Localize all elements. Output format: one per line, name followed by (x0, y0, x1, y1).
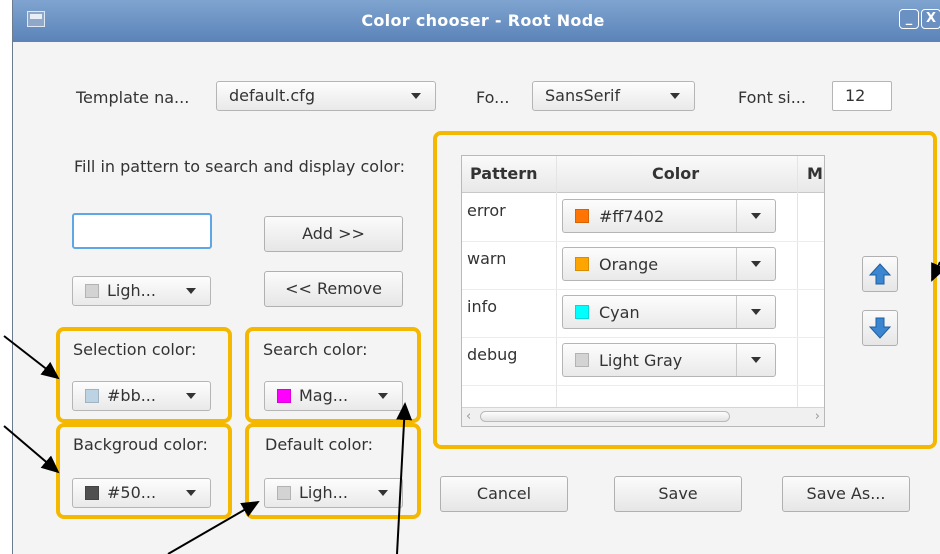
highlight-default-color (245, 423, 421, 519)
chevron-down-icon (186, 288, 196, 294)
minimize-button[interactable]: _ (899, 9, 919, 29)
window-title: Color chooser - Root Node (361, 11, 605, 30)
new-pattern-color-combo[interactable]: Ligh... (72, 276, 211, 306)
template-name-label: Template na... (76, 88, 190, 107)
template-name-value: default.cfg (229, 86, 315, 105)
minimize-icon: _ (905, 11, 913, 26)
template-name-combo[interactable]: default.cfg (216, 81, 436, 111)
highlight-selection-color (56, 327, 232, 423)
font-size-value: 12 (845, 86, 866, 105)
chevron-down-icon (411, 93, 421, 99)
close-button[interactable]: X (921, 9, 940, 29)
add-button[interactable]: Add >> (264, 216, 403, 252)
color-swatch (85, 284, 99, 298)
save-button[interactable]: Save (614, 476, 742, 512)
pattern-hint-label: Fill in pattern to search and display co… (74, 157, 405, 176)
remove-button[interactable]: << Remove (264, 271, 403, 307)
font-value: SansSerif (545, 86, 621, 105)
font-size-field[interactable]: 12 (832, 81, 892, 111)
pattern-input[interactable] (72, 213, 212, 249)
font-label: Fo... (476, 88, 510, 107)
title-bar: Color chooser - Root Node _ X (13, 0, 940, 42)
highlight-background-color (56, 423, 232, 519)
chevron-down-icon (670, 93, 680, 99)
new-pattern-color-value: Ligh... (107, 281, 156, 300)
font-combo[interactable]: SansSerif (532, 81, 695, 111)
close-icon: X (925, 11, 937, 26)
highlight-search-color (245, 327, 421, 423)
save-as-button[interactable]: Save As... (782, 476, 910, 512)
cancel-button[interactable]: Cancel (440, 476, 568, 512)
highlight-pattern-table (433, 131, 937, 449)
font-size-label: Font si... (738, 88, 806, 107)
